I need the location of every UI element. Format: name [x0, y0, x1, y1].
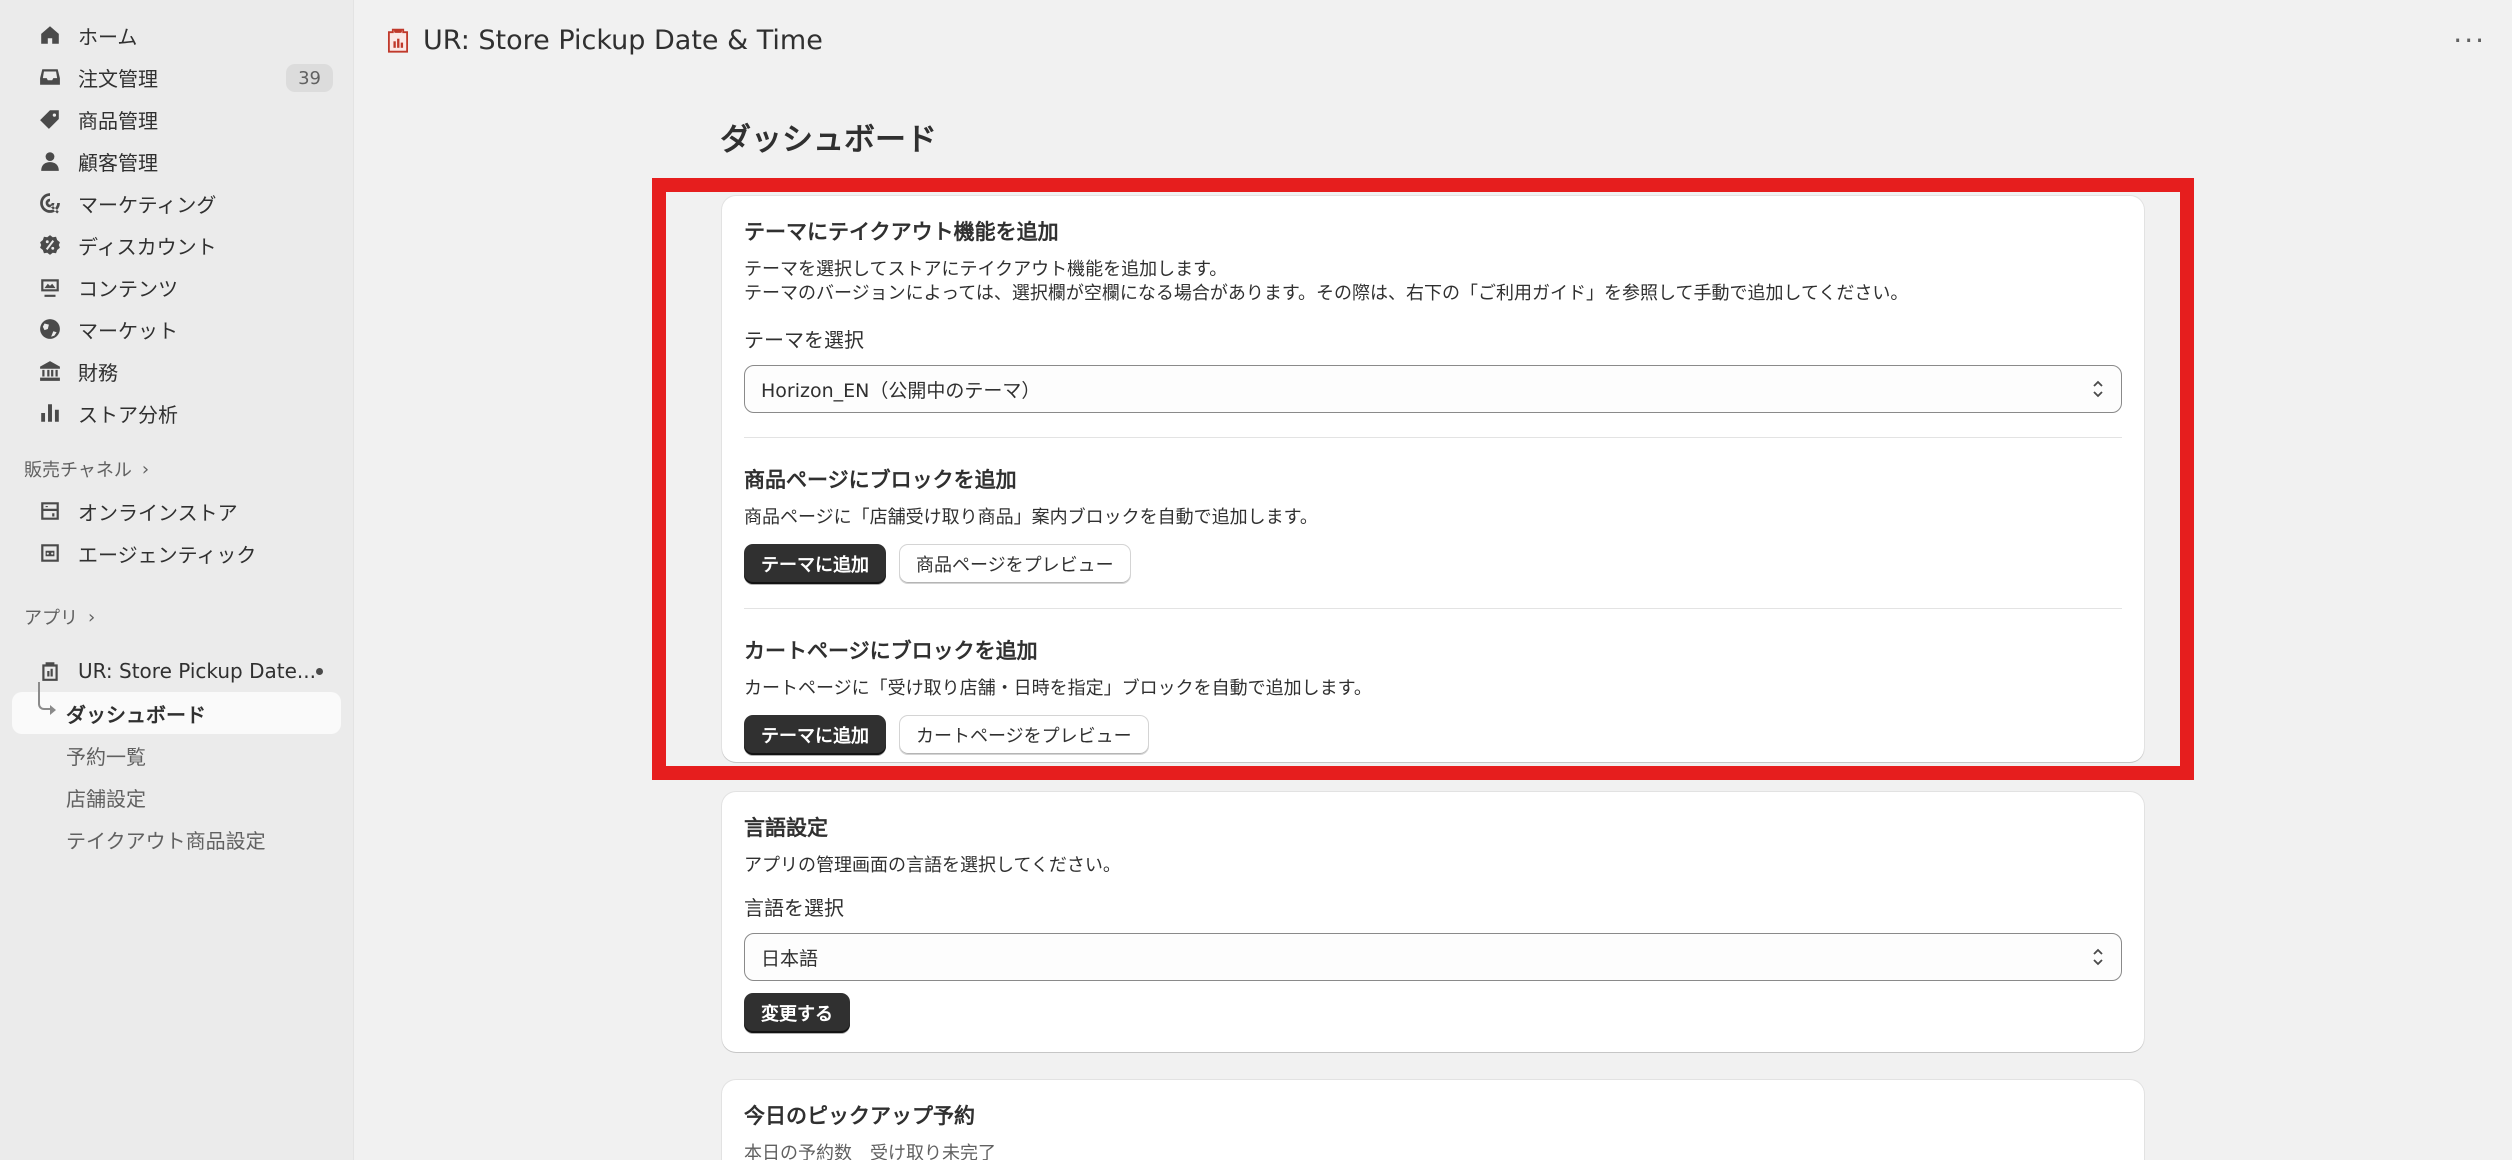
- sidebar-subitem-takeout-product-settings[interactable]: テイクアウト商品設定: [12, 818, 341, 860]
- sidebar-item-home[interactable]: ホーム: [12, 14, 341, 56]
- chart-icon: [38, 401, 62, 425]
- language-card-desc: アプリの管理画面の言語を選択してください。: [744, 855, 1121, 876]
- todays-pickup-card: 今日のピックアップ予約 本日の予約数 受け取り未完了: [722, 1080, 2144, 1160]
- select-updown-icon: [2093, 948, 2103, 966]
- sidebar-item-finance[interactable]: 財務: [12, 350, 341, 392]
- target-icon: [38, 191, 62, 215]
- person-icon: [38, 149, 62, 173]
- sidebar-item-agentic[interactable]: エージェンティック: [12, 532, 341, 574]
- sidebar-item-label: マーケット: [78, 318, 178, 343]
- sidebar-item-label: 注文管理: [78, 66, 158, 91]
- sidebar-subitem-store-settings[interactable]: 店舗設定: [12, 776, 341, 818]
- sidebar-item-marketing[interactable]: マーケティング: [12, 182, 341, 224]
- content-icon: [38, 275, 62, 299]
- store-icon: [38, 499, 62, 523]
- sidebar: ホーム 注文管理 39 商品管理 顧客管理 マーケティング ディスカウント コン…: [0, 0, 354, 1160]
- section-divider: [744, 608, 2122, 609]
- section-divider: [744, 437, 2122, 438]
- product-page-preview-button[interactable]: 商品ページをプレビュー: [899, 544, 1131, 584]
- apps-heading[interactable]: アプリ ›: [0, 596, 353, 638]
- theme-select[interactable]: Horizon_EN（公開中のテーマ）: [744, 365, 2122, 413]
- page-title: ダッシュボード: [720, 122, 937, 158]
- language-select-value: 日本語: [761, 947, 819, 970]
- home-icon: [38, 23, 62, 47]
- sidebar-subitem-dashboard[interactable]: ダッシュボード: [12, 682, 341, 734]
- select-updown-icon: [2093, 380, 2103, 398]
- sidebar-item-label: マーケティング: [78, 192, 217, 217]
- change-language-button[interactable]: 変更する: [744, 993, 850, 1033]
- sidebar-item-label: UR: Store Pickup Date...: [78, 659, 316, 683]
- cart-block-title: カートページにブロックを追加: [744, 639, 1038, 663]
- theme-select-value: Horizon_EN（公開中のテーマ）: [761, 379, 1041, 402]
- sidebar-item-markets[interactable]: マーケット: [12, 308, 341, 350]
- app-title: UR: Store Pickup Date & Time: [423, 24, 823, 56]
- pickup-card-title: 今日のピックアップ予約: [744, 1104, 975, 1128]
- language-select-label: 言語を選択: [744, 896, 844, 920]
- theme-card-title: テーマにテイクアウト機能を追加: [744, 220, 1059, 244]
- sidebar-item-label: 財務: [78, 360, 118, 385]
- sidebar-item-label: ホーム: [78, 24, 138, 49]
- chevron-right-icon: ›: [141, 458, 150, 480]
- language-select[interactable]: 日本語: [744, 933, 2122, 981]
- theme-setup-card: テーマにテイクアウト機能を追加 テーマを選択してストアにテイクアウト機能を追加し…: [722, 196, 2144, 762]
- app-header: UR: Store Pickup Date & Time ···: [355, 0, 2512, 80]
- cart-block-actions: テーマに追加 カートページをプレビュー: [744, 715, 2122, 755]
- sidebar-item-label: コンテンツ: [78, 276, 178, 301]
- cart-add-to-theme-button[interactable]: テーマに追加: [744, 715, 886, 755]
- clipboard-icon: [38, 659, 62, 683]
- sidebar-item-label: ストア分析: [78, 402, 178, 427]
- sidebar-item-customers[interactable]: 顧客管理: [12, 140, 341, 182]
- cart-page-preview-button[interactable]: カートページをプレビュー: [899, 715, 1149, 755]
- theme-card-desc-2: テーマのバージョンによっては、選択欄が空欄になる場合があります。その際は、右下の…: [744, 283, 1909, 304]
- more-actions-icon[interactable]: ···: [2453, 24, 2486, 57]
- sidebar-item-label: 商品管理: [78, 108, 158, 133]
- theme-select-label: テーマを選択: [744, 328, 864, 352]
- language-card-title: 言語設定: [744, 816, 828, 840]
- theme-card-desc-1: テーマを選択してストアにテイクアウト機能を追加します。: [744, 259, 1228, 280]
- product-block-actions: テーマに追加 商品ページをプレビュー: [744, 544, 2122, 584]
- discount-icon: [38, 233, 62, 257]
- sidebar-item-label: オンラインストア: [78, 500, 238, 525]
- sidebar-item-label: ディスカウント: [78, 234, 217, 259]
- sidebar-item-online-store[interactable]: オンラインストア: [12, 490, 341, 532]
- product-block-title: 商品ページにブロックを追加: [744, 468, 1017, 492]
- language-settings-card: 言語設定 アプリの管理画面の言語を選択してください。 言語を選択 日本語 変更す…: [722, 792, 2144, 1052]
- clipboard-chart-icon: [387, 28, 409, 53]
- sidebar-subitem-reservations[interactable]: 予約一覧: [12, 734, 341, 776]
- orders-count-badge: 39: [286, 64, 333, 92]
- chevron-right-icon: ›: [88, 606, 96, 628]
- cart-block-desc: カートページに「受け取り店舗・日時を指定」ブロックを自動で追加します。: [744, 678, 1372, 699]
- sidebar-item-analytics[interactable]: ストア分析: [12, 392, 341, 434]
- sales-channels-heading[interactable]: 販売チャネル ›: [0, 448, 353, 490]
- inbox-icon: [38, 65, 62, 89]
- sidebar-item-app[interactable]: UR: Store Pickup Date...: [12, 650, 341, 692]
- tag-icon: [38, 107, 62, 131]
- globe-icon: [38, 317, 62, 341]
- sidebar-item-orders[interactable]: 注文管理 39: [12, 56, 341, 98]
- sidebar-item-label: 顧客管理: [78, 150, 158, 175]
- sidebar-item-label: エージェンティック: [78, 542, 257, 567]
- sidebar-item-content[interactable]: コンテンツ: [12, 266, 341, 308]
- sidebar-item-products[interactable]: 商品管理: [12, 98, 341, 140]
- agent-icon: [38, 541, 62, 565]
- bank-icon: [38, 359, 62, 383]
- sidebar-item-discounts[interactable]: ディスカウント: [12, 224, 341, 266]
- pin-dot-icon: [316, 668, 323, 675]
- pickup-card-desc: 本日の予約数 受け取り未完了: [744, 1143, 996, 1160]
- product-add-to-theme-button[interactable]: テーマに追加: [744, 544, 886, 584]
- product-block-desc: 商品ページに「店舗受け取り商品」案内ブロックを自動で追加します。: [744, 507, 1318, 528]
